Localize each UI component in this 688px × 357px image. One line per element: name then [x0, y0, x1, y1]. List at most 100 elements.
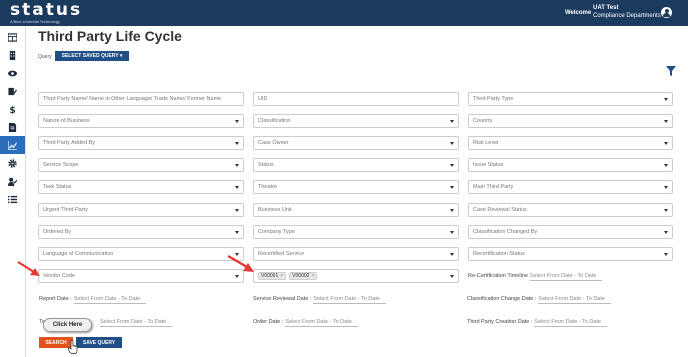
building-icon[interactable] — [0, 46, 25, 64]
page-title: Third Party Life Cycle — [38, 28, 182, 44]
third-party-type-placeholder: Third Party Type — [473, 96, 514, 102]
service-reviewal-date-label: Service Reviewal Date : — [253, 296, 312, 302]
vendor-code-placeholder: Vendor Code — [43, 273, 76, 279]
third-party-name-input[interactable]: Third Party Name/ Name in Other Language… — [38, 92, 244, 106]
red-arrow-icon — [17, 261, 40, 276]
document-icon[interactable] — [0, 118, 25, 136]
classification-changed-by-select[interactable]: Classification Changed By — [468, 225, 673, 239]
vendor-code-select[interactable]: Vendor Code — [38, 269, 244, 283]
theatre-placeholder: Theatre — [258, 184, 277, 190]
issue-status-select[interactable]: Issue Status — [468, 158, 673, 172]
vendor-tag: V00001 × — [258, 272, 287, 280]
report-date-input[interactable]: Select From Date - To Date — [73, 294, 147, 304]
uid-input[interactable]: UID — [253, 92, 459, 106]
chevron-down-icon — [664, 186, 668, 189]
chevron-down-icon — [450, 209, 454, 212]
task-date-input[interactable]: Select From Date - To Date — [99, 317, 173, 327]
classification-select[interactable]: Classification — [253, 114, 459, 128]
red-arrow-icon — [227, 254, 254, 272]
recertification-status-select[interactable]: Recertification Status — [468, 247, 673, 261]
remove-tag-icon[interactable]: × — [280, 273, 283, 279]
vendor-code-values-select[interactable]: V00001 × V00002 × — [253, 269, 459, 283]
classification-change-date-row: Classification Change Date : Select From… — [467, 293, 611, 305]
select-saved-query-button[interactable]: SELECT SAVED QUERY ▾ — [55, 51, 129, 61]
ordered-by-placeholder: Ordered By — [43, 229, 72, 235]
task-status-select[interactable]: Task Status — [38, 180, 244, 194]
service-scope-placeholder: Service Scope — [43, 162, 79, 168]
service-reviewal-date-row: Service Reviewal Date : Select From Date… — [253, 293, 386, 305]
urgent-third-party-select[interactable]: Urgent Third Party — [38, 203, 244, 217]
dollar-icon[interactable]: $ — [0, 100, 25, 118]
chevron-down-icon — [235, 209, 239, 212]
filter-icon[interactable] — [666, 66, 676, 76]
service-scope-select[interactable]: Service Scope — [38, 158, 244, 172]
dashboard-icon[interactable] — [0, 28, 25, 46]
theatre-select[interactable]: Theatre — [253, 180, 459, 194]
chart-icon[interactable] — [0, 136, 25, 154]
recertification-timeline-date-input[interactable]: Select From Date - To Date — [529, 271, 603, 281]
logo-text: status — [10, 0, 83, 20]
status-placeholder: Status — [258, 162, 274, 168]
recertification-timeline-row: Re-Certification Timeline Select From Da… — [468, 270, 603, 282]
task-status-placeholder: Task Status — [43, 184, 72, 190]
service-reviewal-date-input[interactable]: Select From Date - To Date — [313, 294, 386, 304]
eye-icon[interactable] — [0, 64, 25, 82]
case-reviewal-status-placeholder: Case Reviewal Status — [473, 207, 527, 213]
user-check-icon[interactable] — [0, 172, 25, 190]
third-party-type-select[interactable]: Third Party Type — [468, 92, 673, 106]
order-date-row: Order Date : Select From Date - To Date — [253, 316, 358, 328]
chevron-down-icon — [235, 231, 239, 234]
welcome-label: Welcome — [565, 10, 592, 16]
language-of-communication-select[interactable]: Language of Communication — [38, 247, 244, 261]
risk-level-select[interactable]: Risk Level — [468, 136, 673, 150]
third-party-creation-date-input[interactable]: Select From Date - To Date — [534, 317, 607, 327]
vendor-tag: V00002 × — [289, 272, 318, 280]
chevron-down-icon — [235, 186, 239, 189]
business-unit-select[interactable]: Business Unit — [253, 203, 459, 217]
uid-placeholder: UID — [258, 96, 268, 102]
nature-of-business-placeholder: Nature of Business — [43, 118, 90, 124]
company-type-select[interactable]: Company Type — [253, 225, 459, 239]
edit-document-icon[interactable] — [0, 82, 25, 100]
chevron-down-icon — [235, 164, 239, 167]
recertification-status-placeholder: Recertification Status — [473, 251, 525, 257]
classification-change-date-label: Classification Change Date : — [467, 296, 537, 302]
save-query-button[interactable]: SAVE QUERY — [76, 337, 122, 348]
gear-icon[interactable] — [0, 154, 25, 172]
user-avatar-icon[interactable] — [661, 7, 672, 18]
case-reviewal-status-select[interactable]: Case Reviewal Status — [468, 203, 673, 217]
recertification-timeline-label: Re-Certification Timeline — [468, 273, 528, 279]
order-date-label: Order Date : — [253, 319, 284, 325]
chevron-down-icon — [664, 98, 668, 101]
main-third-party-placeholder: Main Third Party — [473, 184, 514, 190]
query-label: Query — [38, 54, 52, 60]
remove-tag-icon[interactable]: × — [311, 273, 314, 279]
case-owner-placeholder: Case Owner — [258, 140, 289, 146]
click-here-tooltip: Click Here — [43, 318, 92, 332]
chevron-down-icon — [664, 253, 668, 256]
third-party-added-by-select[interactable]: Third Party Added By — [38, 136, 244, 150]
chevron-down-icon — [450, 186, 454, 189]
case-owner-select[interactable]: Case Owner — [253, 136, 459, 150]
order-date-input[interactable]: Select From Date - To Date — [285, 317, 358, 327]
user-name: UAT Test — [593, 5, 619, 11]
country-select[interactable]: Country — [468, 114, 673, 128]
chevron-down-icon — [235, 275, 239, 278]
svg-text:$: $ — [9, 106, 15, 114]
ordered-by-select[interactable]: Ordered By — [38, 225, 244, 239]
recertified-service-select[interactable]: Recertified Service — [253, 247, 459, 261]
sidebar: $ — [0, 26, 26, 357]
hand-cursor-icon — [68, 340, 78, 354]
status-logo[interactable]: status A Blue Umbrella Technology — [10, 0, 83, 25]
status-select[interactable]: Status — [253, 158, 459, 172]
nature-of-business-select[interactable]: Nature of Business — [38, 114, 244, 128]
report-date-row: Report Date : Select From Date - To Date — [39, 293, 147, 305]
classification-change-date-input[interactable]: Select From Date - To Date — [538, 294, 611, 304]
user-info[interactable]: UAT Test Compliance Departments — [593, 4, 661, 20]
risk-level-placeholder: Risk Level — [473, 140, 499, 146]
list-icon[interactable] — [0, 190, 25, 208]
chevron-down-icon — [450, 120, 454, 123]
chevron-down-icon — [664, 142, 668, 145]
main-third-party-select[interactable]: Main Third Party — [468, 180, 673, 194]
language-of-communication-placeholder: Language of Communication — [43, 251, 114, 257]
